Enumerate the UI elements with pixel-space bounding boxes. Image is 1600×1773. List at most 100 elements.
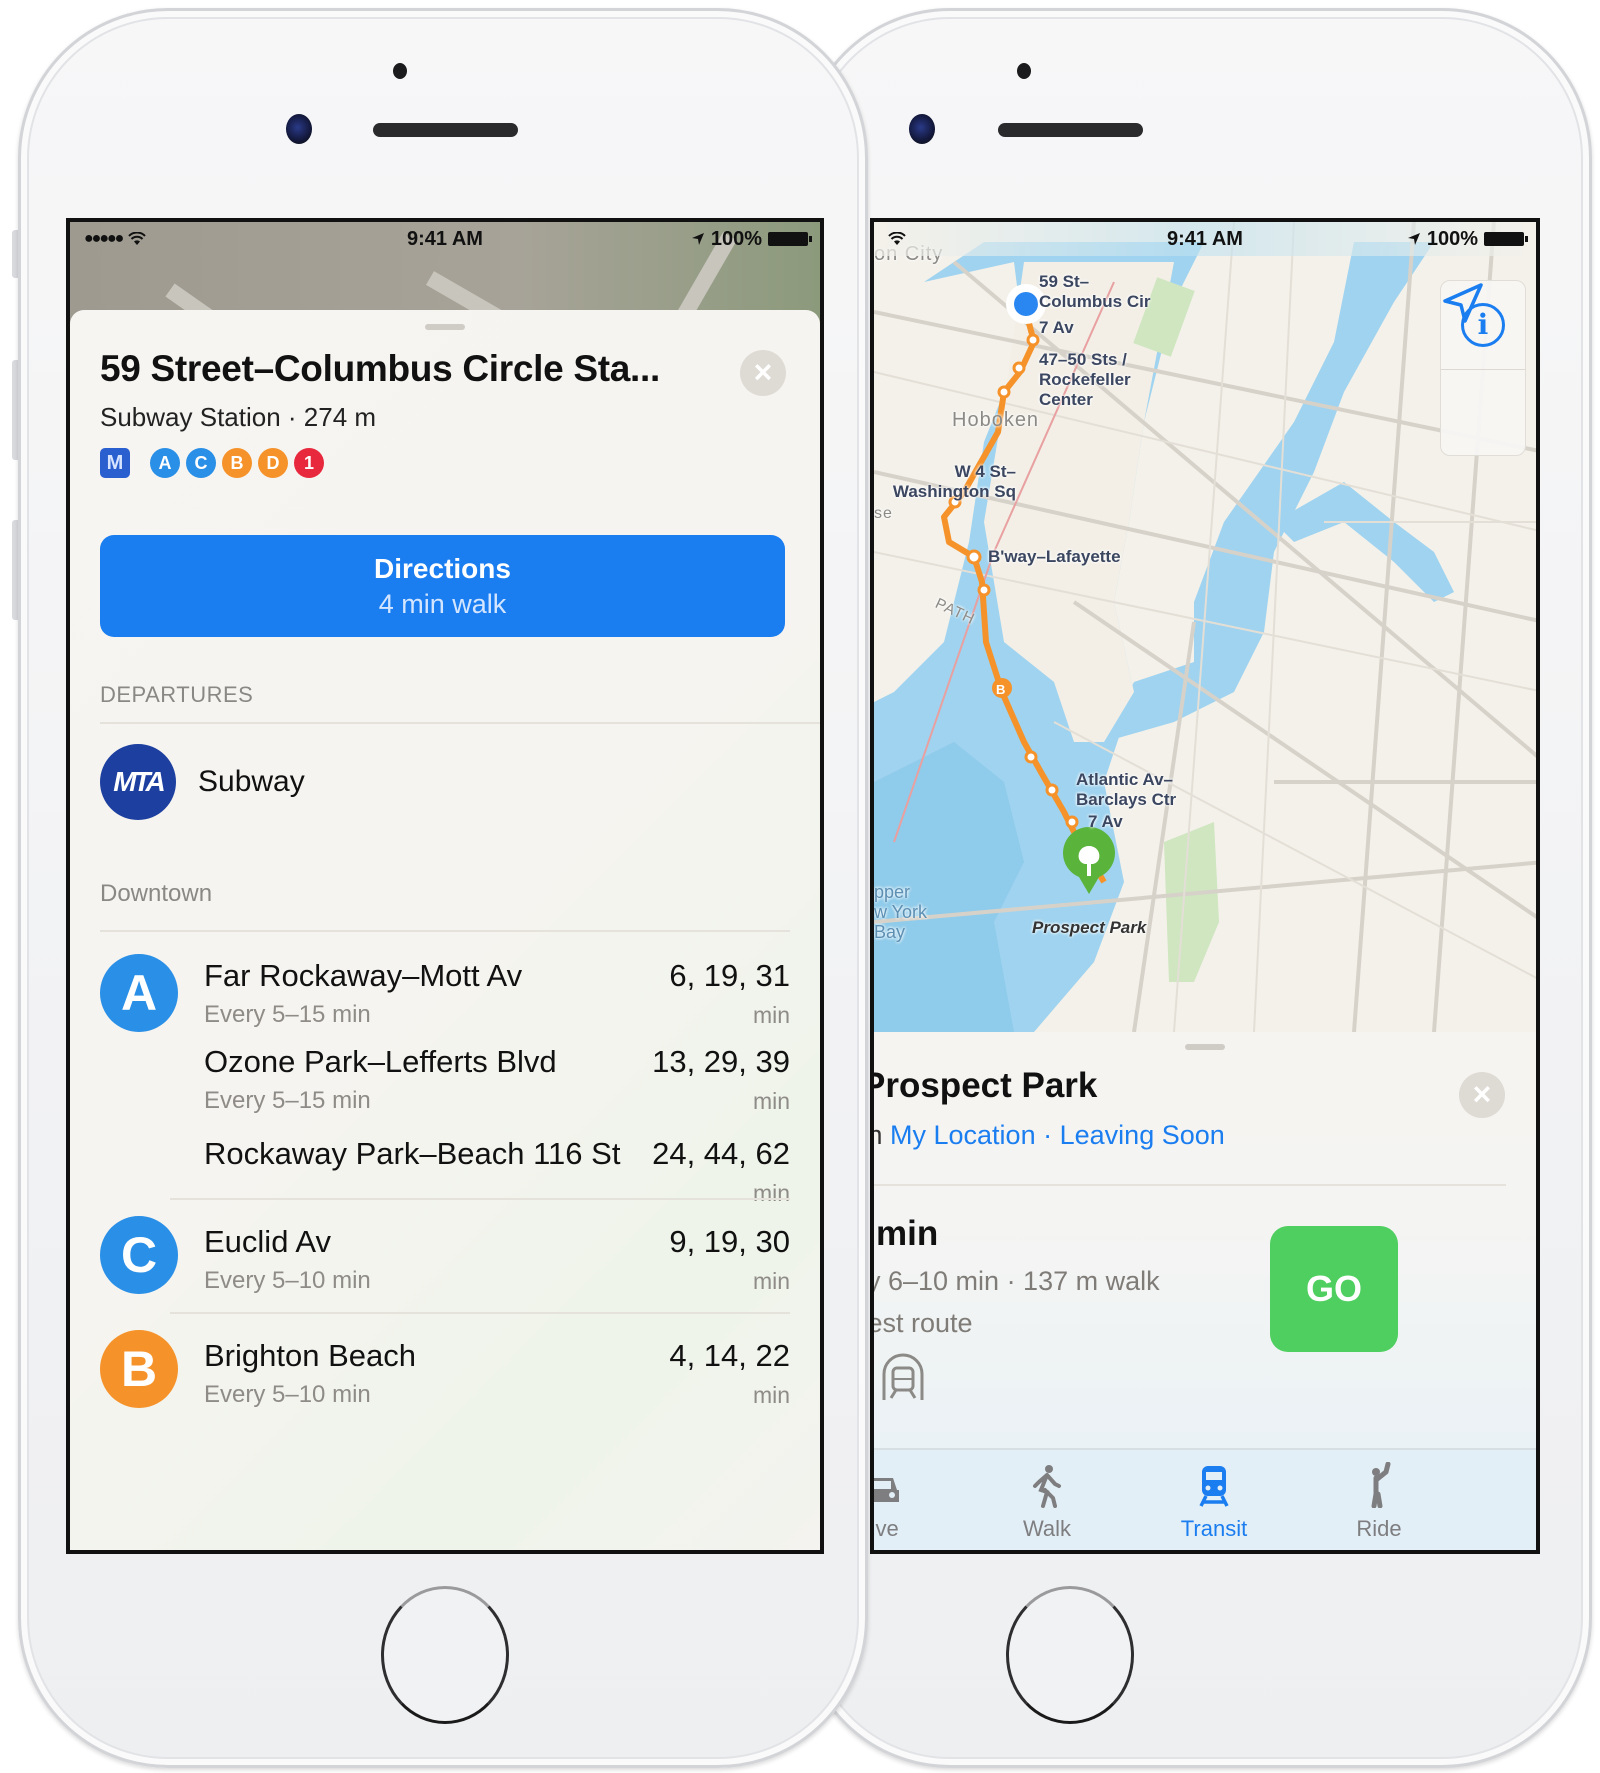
directions-label: Directions — [374, 553, 511, 584]
frequency: Every 5–10 min — [204, 1381, 371, 1408]
status-bar: 9:41 AM 100% — [874, 222, 1536, 256]
status-bar: ●●●●● 9:41 AM 100% — [70, 222, 820, 256]
close-icon: × — [753, 354, 773, 390]
departures-header: DEPARTURES — [100, 682, 254, 707]
go-button[interactable]: GO — [1270, 1226, 1398, 1352]
close-button[interactable]: × — [1459, 1072, 1505, 1118]
time-unit: min — [752, 1088, 790, 1114]
departure-times: 4, 14, 22 — [669, 1338, 790, 1373]
departure-group-b: B Brighton Beach Every 5–10 min 4, 14, 2… — [100, 1312, 790, 1426]
destination-title: Prospect Park — [870, 1066, 1098, 1105]
departure-row[interactable]: Ozone Park–Lefferts Blvd Every 5–15 min … — [100, 1040, 790, 1132]
home-button[interactable] — [381, 1586, 509, 1724]
tab-drive[interactable]: rive — [870, 1460, 936, 1542]
origin-link[interactable]: My Location — [890, 1120, 1036, 1150]
departure-row[interactable]: Brighton Beach Every 5–10 min 4, 14, 22 m… — [100, 1312, 790, 1426]
line-badges: M A C B D 1 — [100, 448, 324, 478]
front-camera — [286, 114, 312, 144]
area-label: pper w York Bay — [874, 882, 928, 942]
current-location-dot — [1014, 292, 1038, 316]
departure-row[interactable]: Far Rockaway–Mott Av Every 5–15 min 6, 1… — [100, 932, 790, 1046]
prospect-park — [1164, 822, 1219, 982]
location-arrow-icon — [691, 233, 704, 245]
destination: Rockaway Park–Beach 116 St — [204, 1136, 621, 1171]
battery-icon — [1484, 232, 1528, 246]
frequency: Every 5–15 min — [204, 1001, 371, 1028]
tab-label: Transit — [1180, 1516, 1248, 1541]
station-stop — [966, 549, 982, 565]
station-stop — [1024, 750, 1038, 764]
place-card: 59 Street–Columbus Circle Sta... × Subwa… — [70, 310, 820, 1550]
battery-percentage: 100% — [710, 227, 762, 250]
station-label[interactable]: B'way–Lafayette — [988, 547, 1121, 567]
close-button[interactable]: × — [740, 350, 786, 396]
station-stop — [1012, 361, 1026, 375]
car-icon — [874, 1478, 899, 1502]
station-label[interactable]: W 4 St– Washington Sq — [876, 462, 1016, 502]
place-title: 59 Street–Columbus Circle Sta... — [100, 348, 660, 389]
directions-sublabel: 4 min walk — [378, 589, 507, 619]
destination-pin-label[interactable]: Prospect Park — [1032, 918, 1146, 938]
destination: Ozone Park–Lefferts Blvd — [204, 1044, 557, 1079]
transport-mode-tabs: rive Walk Transit Ride — [874, 1448, 1536, 1550]
station-label[interactable]: 7 Av — [1039, 318, 1074, 338]
station-stop — [1026, 333, 1040, 347]
station-label[interactable]: 47–50 Sts / Rockefeller Center — [1039, 350, 1131, 410]
tab-label: Ride — [1356, 1516, 1402, 1541]
departure-times: 24, 44, 62 — [652, 1136, 790, 1171]
tab-walk[interactable]: Walk — [992, 1460, 1102, 1542]
earpiece-speaker — [998, 123, 1143, 137]
line-badge: D — [258, 448, 288, 478]
location-arrow-icon — [1407, 233, 1420, 245]
line-badge: 1 — [294, 448, 324, 478]
divider — [874, 1184, 1506, 1186]
station-label[interactable]: 7 Av — [1088, 812, 1123, 832]
station-label[interactable]: 59 St– Columbus Cir — [1039, 272, 1150, 312]
route-line-badge-label: B — [996, 682, 1006, 697]
time-unit: min — [752, 1002, 790, 1028]
train-icon — [1199, 1466, 1229, 1507]
close-icon: × — [1472, 1076, 1492, 1112]
newtown-creek — [1274, 482, 1454, 602]
line-badge: B — [222, 448, 252, 478]
card-grabber-handle[interactable] — [425, 324, 465, 330]
home-button[interactable] — [1006, 1586, 1134, 1724]
battery-percentage: 100% — [1426, 227, 1478, 250]
transit-agency[interactable]: MTA Subway — [100, 744, 305, 820]
tab-label: rive — [870, 1516, 899, 1541]
mta-logo: MTA — [100, 744, 176, 820]
route-origin: m My Location · Leaving Soon — [874, 1120, 1225, 1151]
destination: Brighton Beach — [204, 1338, 416, 1373]
route-details: ry 6–10 min · 137 m walk — [870, 1266, 1160, 1296]
departure-times: 9, 19, 30 — [669, 1224, 790, 1259]
proximity-sensor — [393, 63, 407, 79]
station-stop — [1065, 815, 1079, 829]
tab-ride[interactable]: Ride — [1324, 1460, 1434, 1542]
tracking-button[interactable] — [1441, 283, 1525, 457]
departure-row[interactable]: Rockaway Park–Beach 116 St 24, 44, 62 min — [100, 1132, 790, 1206]
walk-icon — [1033, 1465, 1061, 1508]
tab-transit[interactable]: Transit — [1159, 1460, 1269, 1542]
map-view[interactable]: 59 St– Columbus Cir 7 Av 47–50 Sts / Roc… — [874, 222, 1536, 1032]
line-badge: C — [186, 448, 216, 478]
station-stop — [1045, 783, 1059, 797]
agency-name: Subway — [198, 765, 305, 798]
departure-time-link[interactable]: Leaving Soon — [1060, 1120, 1225, 1150]
departure-group-a: A Far Rockaway–Mott Av Every 5–15 min 6,… — [100, 930, 790, 1206]
direction-label: Downtown — [100, 880, 213, 907]
departure-row[interactable]: Euclid Av Every 5–10 min 9, 19, 30 min — [100, 1198, 790, 1312]
route-duration[interactable]: min — [876, 1214, 938, 1254]
battery-icon — [768, 232, 812, 246]
time-unit: min — [752, 1268, 790, 1294]
front-camera — [909, 114, 935, 144]
separator: · — [1043, 1120, 1053, 1150]
tab-label: Walk — [1022, 1516, 1072, 1541]
location-arrow-icon — [1443, 283, 1483, 323]
frequency: Every 5–15 min — [204, 1087, 371, 1114]
right-screen: 59 St– Columbus Cir 7 Av 47–50 Sts / Roc… — [870, 218, 1540, 1554]
directions-button[interactable]: Directions 4 min walk — [100, 535, 785, 637]
station-label[interactable]: Atlantic Av– Barclays Ctr — [1076, 770, 1176, 810]
card-grabber-handle[interactable] — [1185, 1044, 1225, 1050]
earpiece-speaker — [373, 123, 518, 137]
destination: Far Rockaway–Mott Av — [204, 958, 523, 993]
